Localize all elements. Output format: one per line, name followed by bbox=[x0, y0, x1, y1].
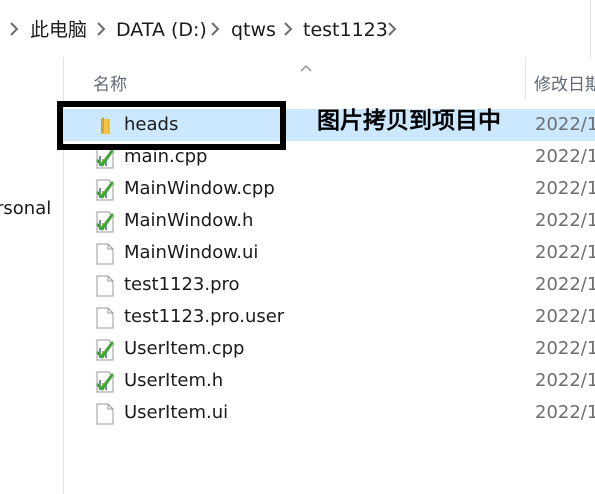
file-icon bbox=[95, 403, 115, 425]
file-row[interactable]: MainWindow.cpp 2022/1 bbox=[64, 173, 595, 205]
file-date-modified: 2022/1 bbox=[535, 146, 595, 167]
annotation-highlight-box bbox=[57, 101, 286, 150]
breadcrumb-item-this-pc[interactable]: 此电脑 bbox=[30, 18, 87, 42]
file-row[interactable]: UserItem.h 2022/1 bbox=[64, 365, 595, 397]
file-row[interactable]: test1123.pro 2022/1 bbox=[64, 269, 595, 301]
file-name: MainWindow.cpp bbox=[124, 178, 275, 199]
file-name: test1123.pro bbox=[124, 274, 240, 295]
source-file-icon bbox=[95, 147, 115, 169]
file-row[interactable]: UserItem.ui 2022/1 bbox=[64, 397, 595, 429]
file-icon bbox=[95, 275, 115, 297]
chevron-right-icon[interactable] bbox=[95, 22, 107, 36]
address-bar-edge bbox=[590, 0, 595, 58]
file-icon bbox=[95, 243, 115, 265]
file-row[interactable]: MainWindow.h 2022/1 bbox=[64, 205, 595, 237]
source-file-icon bbox=[95, 211, 115, 233]
file-date-modified: 2022/1 bbox=[535, 178, 595, 199]
file-date-modified: 2022/1 bbox=[535, 338, 595, 359]
chevron-right-icon[interactable] bbox=[8, 22, 20, 36]
breadcrumb-item-qtws[interactable]: qtws bbox=[231, 18, 276, 42]
sort-ascending-icon bbox=[299, 58, 313, 72]
navigation-pane: rsonal bbox=[0, 58, 64, 494]
file-date-modified: 2022/1 bbox=[535, 402, 595, 423]
file-date-modified: 2022/1 bbox=[535, 242, 595, 263]
file-row[interactable]: test1123.pro.user 2022/1 bbox=[64, 301, 595, 333]
file-name: MainWindow.ui bbox=[124, 242, 259, 263]
file-date-modified: 2022/1 bbox=[535, 306, 595, 327]
file-name: UserItem.cpp bbox=[124, 338, 245, 359]
column-divider[interactable] bbox=[525, 58, 526, 100]
file-row[interactable]: MainWindow.ui 2022/1 bbox=[64, 237, 595, 269]
breadcrumb: 此电脑 DATA (D:) qtws test1123 bbox=[0, 0, 595, 58]
file-name: UserItem.ui bbox=[124, 402, 229, 423]
file-date-modified: 2022/1 bbox=[535, 370, 595, 391]
source-file-icon bbox=[95, 339, 115, 361]
column-date-modified[interactable]: 修改日期 bbox=[534, 70, 595, 95]
breadcrumb-item-test1123[interactable]: test1123 bbox=[303, 18, 388, 42]
file-date-modified: 2022/1 bbox=[535, 210, 595, 231]
file-date-modified: 2022/1 bbox=[535, 114, 595, 135]
file-icon bbox=[95, 307, 115, 329]
chevron-right-icon[interactable] bbox=[282, 22, 294, 36]
breadcrumb-item-drive[interactable]: DATA (D:) bbox=[116, 18, 207, 42]
column-header: 名称 修改日期 bbox=[64, 58, 595, 100]
nav-item-personal[interactable]: rsonal bbox=[0, 198, 51, 219]
file-date-modified: 2022/1 bbox=[535, 274, 595, 295]
file-name: MainWindow.h bbox=[124, 210, 254, 231]
annotation-text: 图片拷贝到项目中 bbox=[317, 108, 501, 134]
file-name: UserItem.h bbox=[124, 370, 224, 391]
file-name: test1123.pro.user bbox=[124, 306, 285, 327]
source-file-icon bbox=[95, 371, 115, 393]
source-file-icon bbox=[95, 179, 115, 201]
file-row[interactable]: UserItem.cpp 2022/1 bbox=[64, 333, 595, 365]
chevron-right-icon[interactable] bbox=[209, 22, 221, 36]
column-name[interactable]: 名称 bbox=[93, 70, 127, 95]
chevron-right-icon[interactable] bbox=[386, 22, 398, 36]
